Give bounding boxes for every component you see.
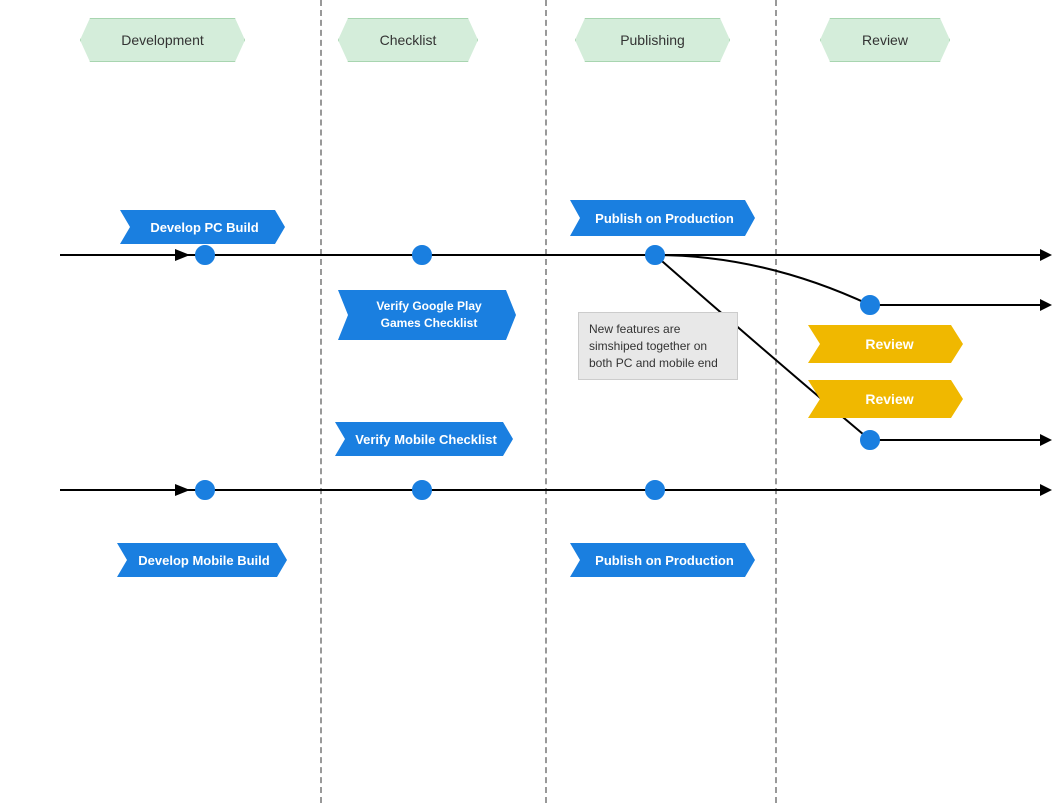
header-development: Development [80, 18, 245, 62]
divider-3 [775, 0, 777, 803]
task-publish-production-2[interactable]: Publish on Production [570, 543, 755, 577]
node-tl2-2 [412, 480, 432, 500]
header-review: Review [820, 18, 950, 62]
review-label-1[interactable]: Review [808, 325, 963, 363]
diagram-container: Development Checklist Publishing Review [0, 0, 1057, 803]
divider-2 [545, 0, 547, 803]
header-publishing: Publishing [575, 18, 730, 62]
node-tl2-1 [195, 480, 215, 500]
review-label-2[interactable]: Review [808, 380, 963, 418]
task-develop-mobile[interactable]: Develop Mobile Build [117, 543, 287, 577]
node-tl1-1 [195, 245, 215, 265]
node-tl1-3 [645, 245, 665, 265]
node-branch2 [860, 430, 880, 450]
task-publish-production-1[interactable]: Publish on Production [570, 200, 755, 236]
divider-1 [320, 0, 322, 803]
note-box: New features are simshiped together on b… [578, 312, 738, 380]
task-verify-google[interactable]: Verify Google Play Games Checklist [338, 290, 516, 340]
task-develop-pc[interactable]: Develop PC Build [120, 210, 285, 244]
task-verify-mobile[interactable]: Verify Mobile Checklist [335, 422, 513, 456]
node-branch1 [860, 295, 880, 315]
header-checklist: Checklist [338, 18, 478, 62]
node-tl2-3 [645, 480, 665, 500]
node-tl1-2 [412, 245, 432, 265]
